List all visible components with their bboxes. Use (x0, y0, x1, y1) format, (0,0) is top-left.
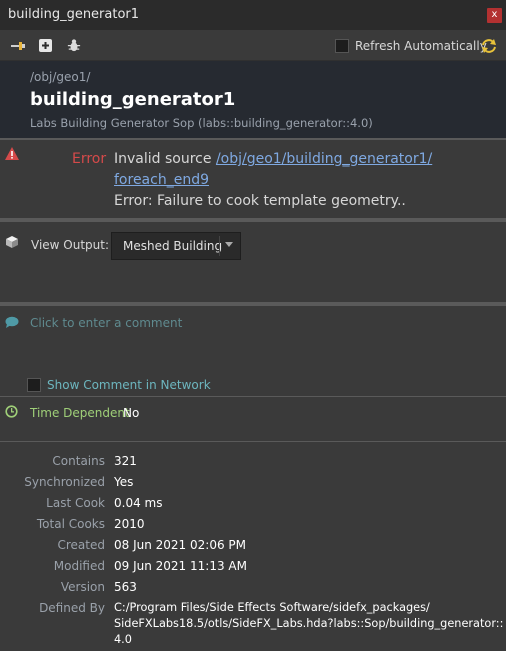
cube-icon (6, 236, 18, 248)
version-label: Version (60, 580, 105, 594)
view-output-label: View Output: (31, 238, 110, 252)
comment-input[interactable]: Click to enter a comment (30, 316, 182, 330)
warning-icon (5, 147, 19, 160)
bug-icon[interactable] (66, 38, 82, 52)
defined-by-value-line-1: C:/Program Files/Side Effects Software/s… (114, 601, 430, 614)
window-title: building_generator1 (8, 7, 140, 22)
show-comment-label: Show Comment in Network (47, 378, 211, 392)
divider (0, 396, 506, 397)
comment-icon (5, 316, 19, 328)
total-cooks-value: 2010 (114, 517, 145, 531)
modified-value: 09 Jun 2021 11:13 AM (114, 559, 247, 573)
error-source-link-cont[interactable]: foreach_end9 (114, 172, 209, 188)
contains-value: 321 (114, 454, 137, 468)
modified-label: Modified (53, 559, 105, 573)
show-comment-checkbox[interactable] (27, 378, 41, 392)
divider (0, 441, 506, 442)
divider (0, 218, 506, 222)
error-line-1: Invalid source /obj/geo1/building_genera… (114, 151, 432, 167)
last-cook-value: 0.04 ms (114, 496, 163, 510)
refresh-icon[interactable] (481, 39, 497, 53)
divider (0, 302, 506, 306)
chevron-down-icon (225, 242, 233, 247)
view-output-selected: Meshed Building (123, 239, 223, 253)
defined-by-value-line-2: SideFXLabs18.5/otls/SideFX_Labs.hda?labs… (114, 617, 504, 630)
defined-by-label: Defined By (39, 601, 105, 615)
contains-label: Contains (52, 454, 105, 468)
view-output-dropdown[interactable]: Meshed Building (111, 232, 241, 260)
error-source-link[interactable]: /obj/geo1/building_generator1/ (216, 151, 432, 167)
node-name: building_generator1 (30, 89, 236, 110)
last-cook-label: Last Cook (46, 496, 105, 510)
total-cooks-label: Total Cooks (36, 517, 105, 531)
node-path: /obj/geo1/ (30, 70, 91, 84)
created-value: 08 Jun 2021 02:06 PM (114, 538, 246, 552)
clock-icon (5, 405, 18, 418)
time-dependent-label: Time Dependent (30, 406, 130, 420)
add-icon[interactable] (38, 39, 54, 53)
dropdown-divider (219, 236, 220, 256)
close-button[interactable]: x (487, 8, 502, 23)
pin-icon[interactable] (10, 39, 26, 53)
error-label: Error (72, 151, 107, 167)
synchronized-label: Synchronized (24, 475, 105, 489)
defined-by-value-line-3: 4.0 (114, 633, 132, 646)
node-type: Labs Building Generator Sop (labs::build… (30, 116, 373, 130)
version-value: 563 (114, 580, 137, 594)
refresh-automatically-label: Refresh Automatically (355, 39, 487, 53)
error-prefix: Invalid source (114, 151, 216, 167)
time-dependent-value: No (123, 406, 140, 420)
error-message: Error: Failure to cook template geometry… (114, 193, 406, 209)
synchronized-value: Yes (114, 475, 134, 489)
created-label: Created (57, 538, 106, 552)
refresh-automatically-checkbox[interactable] (335, 39, 349, 53)
